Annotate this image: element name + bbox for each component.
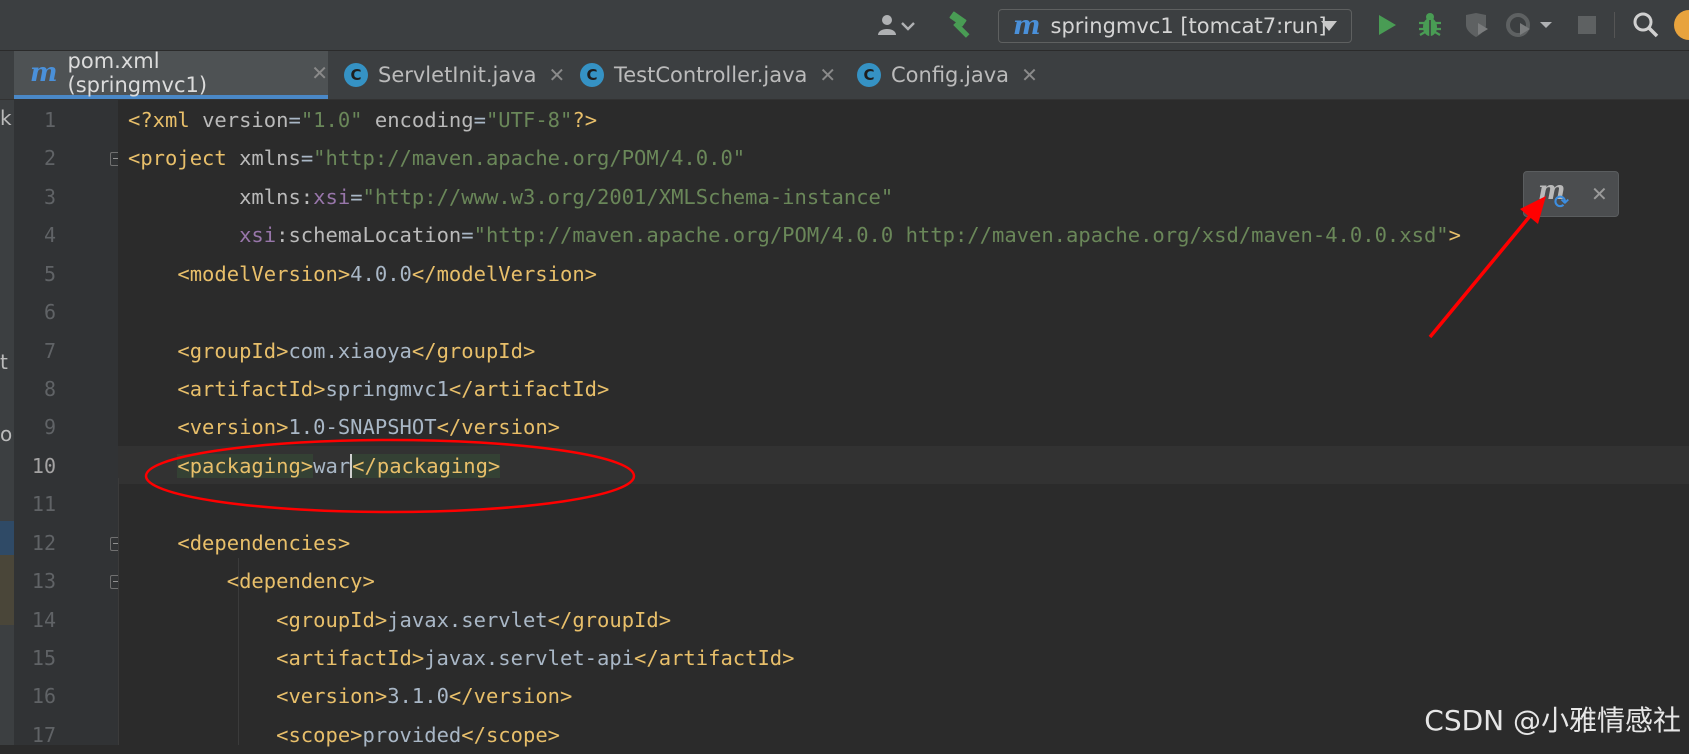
hammer-icon[interactable]	[942, 0, 982, 50]
editor-tabs: m pom.xml (springmvc1) ✕ C ServletInit.j…	[0, 49, 1689, 100]
chevron-down-icon	[1321, 21, 1337, 31]
code-line-9[interactable]: <version>1.0-SNAPSHOT</version>	[128, 408, 560, 446]
tree-fragment: k	[0, 106, 12, 130]
code-line-2[interactable]: <project xmlns="http://maven.apache.org/…	[128, 139, 745, 177]
maven-icon: m	[30, 58, 58, 88]
profile-icon[interactable]	[1500, 0, 1560, 50]
class-icon: C	[580, 63, 604, 87]
line-number: 15	[31, 646, 56, 670]
code-line-10[interactable]: <packaging>war</packaging>	[128, 447, 501, 485]
project-panel-edge[interactable]: k t o	[0, 100, 14, 745]
selected-tree-row	[0, 521, 14, 555]
line-number: 4	[43, 223, 56, 247]
close-icon[interactable]: ✕	[819, 63, 836, 87]
line-number: 13	[31, 569, 56, 593]
line-number: 12	[31, 531, 56, 555]
line-number: 14	[31, 608, 56, 632]
line-number-current: 10	[31, 454, 56, 478]
sync-icon[interactable]: ⟳	[1554, 192, 1569, 213]
line-number: 7	[43, 339, 56, 363]
code-line-4[interactable]: xsi:schemaLocation="http://maven.apache.…	[128, 216, 1461, 254]
line-number: 3	[43, 185, 56, 209]
tree-fragment: t	[0, 350, 8, 374]
tab-label: pom.xml (springmvc1)	[67, 49, 208, 97]
highlighted-tree-row	[0, 555, 14, 625]
coverage-icon[interactable]	[1458, 0, 1494, 50]
code-line-5[interactable]: <modelVersion>4.0.0</modelVersion>	[128, 255, 597, 293]
code-line-17[interactable]: <scope>provided</scope>	[128, 716, 560, 754]
code-line-14[interactable]: <groupId>javax.servlet</groupId>	[128, 601, 671, 639]
notification-icon[interactable]	[1674, 10, 1689, 40]
tab-testcontroller-java[interactable]: C TestController.java ✕	[580, 51, 836, 99]
user-icon[interactable]	[870, 0, 922, 50]
line-number: 17	[31, 723, 56, 747]
maven-icon: m	[1013, 11, 1041, 41]
line-number: 11	[31, 492, 56, 516]
toolbar-separator	[1614, 12, 1615, 38]
close-icon[interactable]: ✕	[1591, 182, 1608, 206]
code-line-15[interactable]: <artifactId>javax.servlet-api</artifactI…	[128, 639, 794, 677]
code-line-13[interactable]: <dependency>	[128, 562, 375, 600]
line-number: 16	[31, 684, 56, 708]
indent-guide	[118, 478, 119, 745]
maven-reload-popup: m ⟳ ✕	[1523, 171, 1619, 217]
tree-fragment: o	[0, 422, 13, 446]
play-icon[interactable]	[1370, 0, 1404, 50]
tab-servletinit-java[interactable]: C ServletInit.java ✕	[344, 51, 565, 99]
run-config-label: springmvc1 [tomcat7:run]	[1050, 14, 1327, 38]
search-icon[interactable]	[1626, 0, 1666, 50]
run-configuration-selector[interactable]: m springmvc1 [tomcat7:run]	[998, 9, 1352, 43]
code-line-16[interactable]: <version>3.1.0</version>	[128, 677, 572, 715]
code-line-7[interactable]: <groupId>com.xiaoya</groupId>	[128, 332, 535, 370]
code-line-1[interactable]: <?xml version="1.0" encoding="UTF-8"?>	[128, 101, 597, 139]
line-number: 5	[43, 262, 56, 286]
class-icon: C	[344, 63, 368, 87]
tab-label: ServletInit.java	[378, 63, 537, 87]
code-line-8[interactable]: <artifactId>springmvc1</artifactId>	[128, 370, 609, 408]
tab-pom-xml[interactable]: m pom.xml (springmvc1) ✕	[14, 49, 328, 99]
line-number: 2	[43, 146, 56, 170]
bug-icon[interactable]	[1412, 0, 1448, 50]
class-icon: C	[857, 63, 881, 87]
close-icon[interactable]: ✕	[1021, 63, 1038, 87]
close-icon[interactable]: ✕	[311, 61, 328, 85]
main-toolbar: m springmvc1 [tomcat7:run]	[0, 0, 1689, 51]
line-number: 1	[43, 108, 56, 132]
code-line-3[interactable]: xmlns:xsi="http://www.w3.org/2001/XMLSch…	[128, 178, 893, 216]
tab-label: Config.java	[891, 63, 1010, 87]
watermark: CSDN @小雅情感社	[1424, 704, 1681, 737]
line-number: 8	[43, 377, 56, 401]
stop-icon[interactable]	[1570, 0, 1604, 50]
tab-label: TestController.java	[614, 63, 808, 87]
line-number: 6	[43, 300, 56, 324]
line-number: 9	[43, 415, 56, 439]
close-icon[interactable]: ✕	[549, 63, 566, 87]
code-line-12[interactable]: <dependencies>	[128, 524, 350, 562]
tab-config-java[interactable]: C Config.java ✕	[857, 51, 1038, 99]
